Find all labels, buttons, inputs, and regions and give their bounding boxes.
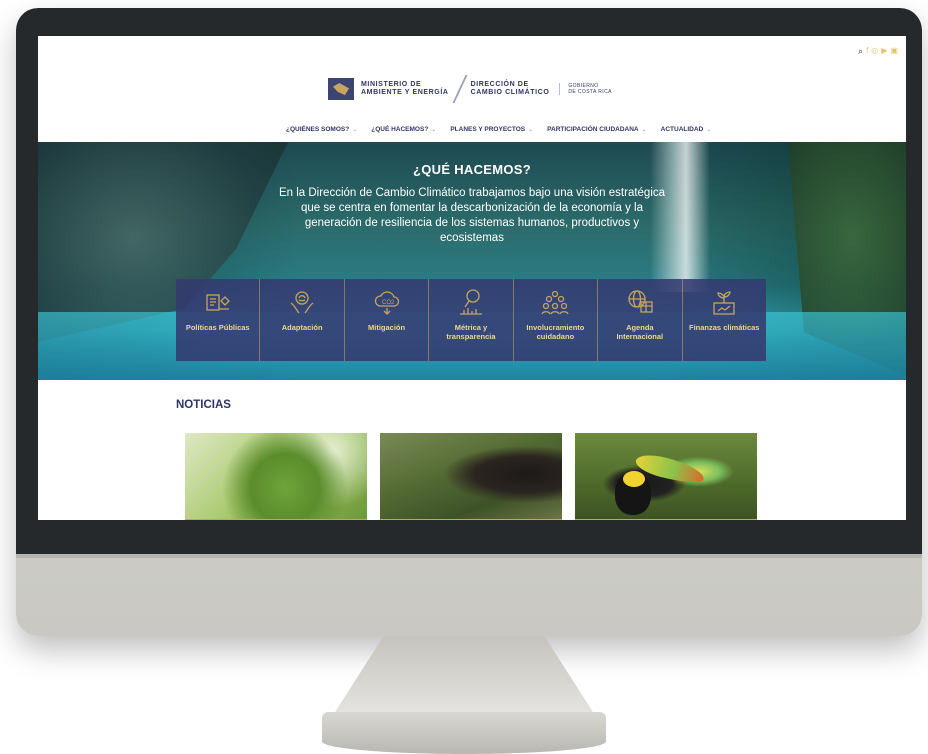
facebook-icon[interactable]: f bbox=[866, 47, 868, 55]
main-nav: ¿QUIÉNES SOMOS? ⌄ ¿QUÉ HACEMOS? ⌄ PLANES… bbox=[286, 126, 711, 133]
nav-item-label: ¿QUIÉNES SOMOS? bbox=[286, 126, 350, 133]
gov-line2: DE COSTA RICA bbox=[568, 89, 612, 95]
hero-section: ¿QUÉ HACEMOS? En la Dirección de Cambio … bbox=[38, 142, 906, 380]
topbar-icons: ⌕ f ◎ ▶ ▣ bbox=[858, 47, 898, 56]
nav-item-quienes-somos[interactable]: ¿QUIÉNES SOMOS? ⌄ bbox=[286, 126, 357, 133]
card-agenda-internacional[interactable]: Agenda Internacional bbox=[598, 279, 683, 361]
card-label: Métrica y transparencia bbox=[446, 323, 496, 341]
card-label: Involucramiento cuidadano bbox=[526, 323, 585, 341]
news-card-bar bbox=[575, 519, 757, 520]
direction-logo-text: DIRECCIÓN DE CAMBIO CLIMÁTICO bbox=[471, 81, 550, 98]
nav-item-que-hacemos[interactable]: ¿QUÉ HACEMOS? ⌄ bbox=[371, 126, 436, 133]
nav-item-label: ACTUALIDAD bbox=[660, 126, 704, 133]
chevron-down-icon: ⌄ bbox=[352, 127, 358, 133]
chevron-down-icon: ⌄ bbox=[528, 127, 534, 133]
nav-item-label: PLANES Y PROYECTOS bbox=[450, 126, 526, 133]
search-icon[interactable]: ⌕ bbox=[858, 47, 863, 56]
nav-item-planes-proyectos[interactable]: PLANES Y PROYECTOS ⌄ bbox=[450, 126, 533, 133]
people-icon bbox=[541, 290, 570, 315]
adaptation-icon bbox=[290, 291, 314, 314]
news-section-title: NOTICIAS bbox=[176, 399, 231, 411]
news-card-bar bbox=[185, 519, 367, 520]
news-card-leaves[interactable] bbox=[185, 433, 367, 520]
card-label: Finanzas climáticas bbox=[689, 323, 760, 332]
magnifier-chart-icon bbox=[459, 289, 482, 315]
nav-item-actualidad[interactable]: ACTUALIDAD ⌄ bbox=[661, 126, 712, 133]
toucan-throat bbox=[623, 471, 645, 487]
news-card-bar bbox=[380, 519, 562, 520]
direction-line2: CAMBIO CLIMÁTICO bbox=[470, 89, 550, 96]
monitor-stand bbox=[330, 636, 598, 720]
action-cards: Políticas Públicas Adaptación CO2 Mitiga… bbox=[176, 279, 766, 361]
government-logo-text: GOBIERNO DE COSTA RICA bbox=[559, 83, 611, 95]
monitor-stand-base bbox=[322, 712, 606, 754]
chevron-down-icon: ⌄ bbox=[641, 127, 647, 133]
linkedin-icon[interactable]: ▣ bbox=[890, 47, 898, 55]
ministry-line1: MINISTERIO DE bbox=[361, 80, 422, 88]
header-logos[interactable]: MINISTERIO DE AMBIENTE Y ENERGÍA DIRECCI… bbox=[328, 74, 612, 104]
monitor-chin bbox=[16, 554, 922, 558]
card-adaptacion[interactable]: Adaptación bbox=[260, 279, 345, 361]
co2-cloud-icon: CO2 bbox=[374, 291, 399, 315]
card-label: Agenda Internacional bbox=[616, 323, 664, 341]
news-card-toucan[interactable] bbox=[575, 433, 757, 520]
youtube-icon[interactable]: ▶ bbox=[881, 47, 887, 55]
card-finanzas[interactable]: Finanzas climáticas bbox=[683, 279, 766, 361]
logo-divider bbox=[452, 75, 468, 103]
card-label: Mitigación bbox=[368, 323, 406, 332]
nav-item-label: ¿QUÉ HACEMOS? bbox=[371, 126, 429, 133]
card-label: Políticas Públicas bbox=[185, 323, 250, 332]
svg-text:CO2: CO2 bbox=[382, 300, 395, 306]
browser-screen: ⌕ f ◎ ▶ ▣ MINISTERIO DE AMBIENTE Y ENERG… bbox=[38, 36, 906, 520]
chevron-down-icon: ⌄ bbox=[706, 127, 712, 133]
ministry-logo-icon bbox=[328, 78, 354, 100]
globe-icon bbox=[628, 290, 653, 313]
card-mitigacion[interactable]: CO2 Mitigación bbox=[345, 279, 430, 361]
nav-item-label: PARTICIPACIÓN CIUDADANA bbox=[547, 126, 639, 133]
ministry-line2: AMBIENTE Y ENERGÍA bbox=[361, 89, 449, 96]
hero-title: ¿QUÉ HACEMOS? bbox=[412, 162, 531, 177]
hero-description: En la Dirección de Cambio Climático trab… bbox=[278, 187, 666, 244]
direction-line1: DIRECCIÓN DE bbox=[470, 80, 529, 88]
chevron-down-icon: ⌄ bbox=[431, 127, 437, 133]
policy-icon bbox=[206, 294, 230, 311]
card-label: Adaptación bbox=[281, 323, 323, 332]
ministry-logo-text: MINISTERIO DE AMBIENTE Y ENERGÍA bbox=[361, 81, 449, 98]
card-involucramiento[interactable]: Involucramiento cuidadano bbox=[514, 279, 599, 361]
news-card-planting[interactable] bbox=[380, 433, 562, 520]
plant-chart-icon bbox=[713, 291, 735, 315]
instagram-icon[interactable]: ◎ bbox=[871, 47, 878, 55]
card-politicas-publicas[interactable]: Políticas Públicas bbox=[176, 279, 261, 361]
nav-item-participacion[interactable]: PARTICIPACIÓN CIUDADANA ⌄ bbox=[547, 126, 647, 133]
card-metrica[interactable]: Métrica y transparencia bbox=[429, 279, 514, 361]
